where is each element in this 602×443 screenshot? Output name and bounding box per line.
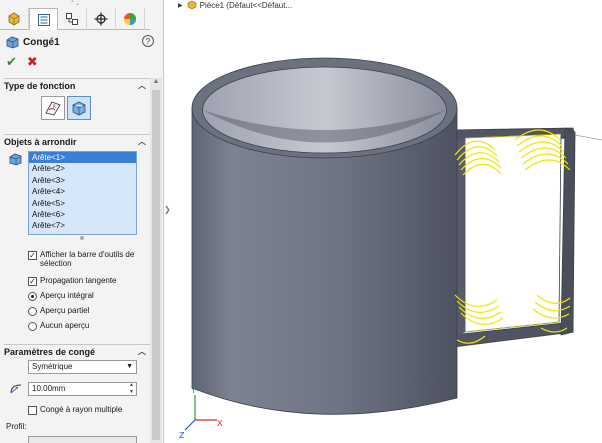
profile-label: Profil:: [6, 422, 27, 431]
collapse-chevron-icon[interactable]: ︿: [138, 346, 146, 357]
property-manager-tab[interactable]: [29, 8, 58, 30]
show-toolbar-option[interactable]: ✓ Afficher la barre d'outils de sélectio…: [28, 250, 146, 268]
configuration-manager-tab[interactable]: [58, 8, 87, 30]
profile-select[interactable]: [28, 436, 137, 443]
tangent-propagation-option[interactable]: ✓ Propagation tangente: [28, 276, 117, 286]
fillet-feature-icon: [6, 36, 19, 48]
variable-size-fillet-icon: [72, 101, 86, 116]
tangent-propagation-label: Propagation tangente: [40, 276, 117, 285]
show-toolbar-label: Afficher la barre d'outils de sélection: [40, 250, 135, 268]
multi-radius-label: Congé à rayon multiple: [40, 405, 123, 414]
section-fillet-type[interactable]: Type de fonction ︿: [4, 78, 150, 92]
graphics-area[interactable]: + Y X Z: [165, 10, 602, 443]
show-toolbar-checkbox[interactable]: ✓: [28, 251, 37, 260]
edge-selection-list[interactable]: Arête<1> Arête<2> Arête<3> Arête<4> Arêt…: [28, 151, 137, 235]
ok-button[interactable]: ✔: [6, 54, 17, 70]
no-preview-option[interactable]: Aucun aperçu: [28, 321, 89, 331]
section-items-to-fillet-label: Objets à arrondir: [4, 136, 77, 147]
panel-scrollbar[interactable]: ▲: [150, 78, 162, 443]
property-manager: ⌃⌄ Congé1 ? ✔ ✖ ▲ Type de fonction ︿ R O…: [0, 0, 164, 443]
list-item[interactable]: Arête<5>: [29, 198, 136, 209]
partial-preview-label: Aperçu partiel: [40, 306, 90, 315]
scroll-thumb[interactable]: [152, 90, 160, 440]
radius-value: 10.00mm: [32, 384, 66, 393]
part-name: Pièce1 (Défaut<<Défaut...: [199, 0, 293, 10]
mug-body[interactable]: +: [191, 57, 458, 415]
constant-radius-fillet-icon: R: [45, 101, 61, 116]
list-item[interactable]: Arête<6>: [29, 209, 136, 220]
spinner-arrows-icon[interactable]: ▲ ▼: [129, 382, 134, 396]
list-item[interactable]: Arête<4>: [29, 186, 136, 197]
svg-text:X: X: [217, 419, 223, 428]
feature-manager-tab[interactable]: [0, 8, 29, 30]
section-items-to-fillet[interactable]: Objets à arrondir ︿: [4, 134, 150, 148]
svg-text:Y: Y: [190, 386, 196, 395]
partial-preview-option[interactable]: Aperçu partiel: [28, 306, 89, 316]
full-preview-label: Aperçu intégral: [40, 291, 94, 300]
edge-selection-icon: [9, 153, 22, 166]
collapse-chevron-icon[interactable]: ︿: [138, 136, 146, 147]
manager-tabs: [0, 8, 150, 30]
feature-tree-flyout[interactable]: ▶ Pièce1 (Défaut<<Défaut...: [168, 0, 292, 10]
feature-manager-icon: [8, 12, 20, 26]
full-preview-radio[interactable]: [28, 292, 37, 301]
page-title: Congé1: [23, 36, 60, 48]
mate-line: [574, 134, 602, 141]
property-manager-icon: [37, 13, 50, 26]
full-preview-option[interactable]: Aperçu intégral: [28, 291, 94, 301]
multi-radius-checkbox[interactable]: [28, 406, 37, 415]
fillet-type-buttons: R: [41, 96, 91, 120]
partial-preview-radio[interactable]: [28, 307, 37, 316]
svg-text:+: +: [324, 355, 331, 364]
section-fillet-params[interactable]: Paramètres de congé ︿: [4, 344, 150, 358]
tangent-propagation-checkbox[interactable]: ✓: [28, 277, 37, 286]
fillet-method-value: Symétrique: [32, 362, 73, 371]
list-item[interactable]: Arête<2>: [29, 163, 136, 174]
scroll-up-arrow[interactable]: ▲: [152, 78, 160, 88]
variable-size-fillet-button[interactable]: [67, 96, 91, 120]
multi-radius-option[interactable]: Congé à rayon multiple: [28, 405, 122, 415]
svg-text:Z: Z: [179, 431, 185, 440]
cancel-button[interactable]: ✖: [27, 54, 38, 70]
fillet-method-select[interactable]: Symétrique ▼: [28, 360, 137, 374]
feature-title-row: Congé1 ?: [6, 34, 156, 50]
list-item[interactable]: Arête<7>: [29, 220, 136, 231]
list-item[interactable]: Arête<1>: [29, 152, 136, 164]
radius-input[interactable]: 10.00mm ▲ ▼: [28, 382, 137, 396]
part-icon: [187, 0, 196, 10]
no-preview-radio[interactable]: [28, 322, 37, 331]
svg-text:R: R: [53, 104, 56, 109]
display-manager-tab[interactable]: [116, 8, 145, 30]
expand-arrow-icon[interactable]: ▶: [178, 2, 183, 9]
help-icon[interactable]: ?: [142, 35, 154, 47]
ok-cancel-row: ✔ ✖: [6, 54, 38, 70]
chevron-down-icon: ▼: [126, 363, 133, 370]
section-fillet-type-label: Type de fonction: [4, 80, 76, 91]
list-resize-handle[interactable]: [80, 236, 84, 240]
section-fillet-params-label: Paramètres de congé: [4, 346, 96, 357]
configuration-manager-icon: [66, 13, 78, 25]
no-preview-label: Aucun aperçu: [40, 321, 90, 330]
radius-icon: [10, 384, 22, 394]
list-item[interactable]: Arête<3>: [29, 175, 136, 186]
panel-grip[interactable]: ⌃⌄: [60, 0, 90, 7]
dimxpert-icon: [94, 12, 108, 26]
collapse-chevron-icon[interactable]: ︿: [138, 80, 146, 91]
display-manager-icon: [124, 13, 136, 25]
constant-radius-fillet-button[interactable]: R: [41, 96, 65, 120]
dimxpert-tab[interactable]: [87, 8, 116, 30]
